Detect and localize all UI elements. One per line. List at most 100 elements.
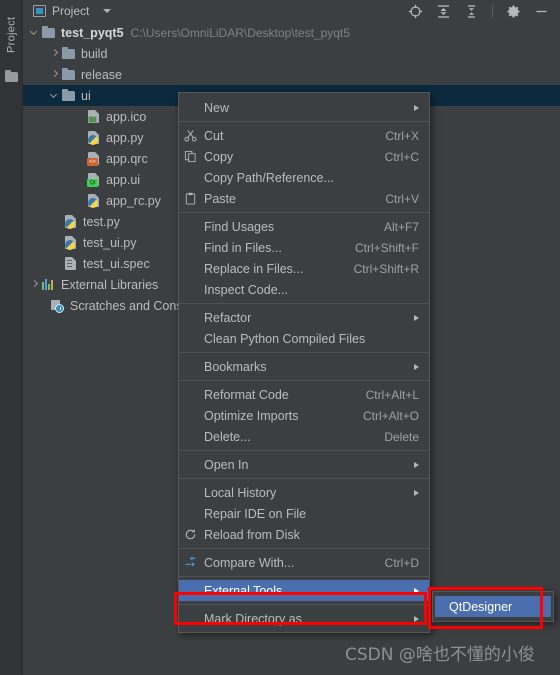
chevron-right-icon xyxy=(414,587,419,594)
menu-item-mark-directory-as[interactable]: Mark Directory as xyxy=(179,608,429,629)
sidebar-vertical-tab-label: Project xyxy=(5,16,18,54)
menu-separator xyxy=(179,380,429,381)
tree-row-label: build xyxy=(81,46,108,61)
menu-item-label: Refactor xyxy=(204,310,252,325)
minimize-icon[interactable] xyxy=(534,4,549,19)
menu-item-external-tools[interactable]: External Tools xyxy=(179,580,429,601)
tree-row-label: app.qrc xyxy=(106,151,148,166)
context-menu[interactable]: New Cut Ctrl+X Copy Ctrl+C Copy Path/Ref… xyxy=(178,92,430,633)
menu-item-inspect-code[interactable]: Inspect Code... xyxy=(179,279,429,300)
menu-item-new[interactable]: New xyxy=(179,97,429,118)
menu-item-reload-from-disk[interactable]: Reload from Disk xyxy=(179,524,429,545)
menu-item-label: Optimize Imports xyxy=(204,408,299,423)
settings-gear-icon[interactable] xyxy=(506,4,521,19)
menu-item-shortcut: Ctrl+C xyxy=(384,149,419,164)
menu-item-shortcut: Ctrl+X xyxy=(385,128,419,143)
menu-separator xyxy=(179,212,429,213)
menu-item-copy-path-reference[interactable]: Copy Path/Reference... xyxy=(179,167,429,188)
chevron-right-icon[interactable] xyxy=(50,49,59,58)
menu-item-shortcut: Delete xyxy=(384,429,419,444)
python-file-icon xyxy=(63,214,79,229)
menu-separator xyxy=(179,303,429,304)
tree-row-label: release xyxy=(81,67,122,82)
copy-icon xyxy=(179,150,201,163)
tree-row-label: test.py xyxy=(83,214,120,229)
chevron-right-icon[interactable] xyxy=(50,70,59,79)
project-view-label: Project xyxy=(52,4,90,18)
qrc-file-icon: <> xyxy=(86,151,102,166)
menu-separator xyxy=(179,450,429,451)
external-tools-submenu[interactable]: QtDesigner xyxy=(432,591,554,622)
menu-separator xyxy=(179,604,429,605)
menu-item-clean-python-compiled-files[interactable]: Clean Python Compiled Files xyxy=(179,328,429,349)
menu-item-shortcut: Ctrl+Alt+O xyxy=(362,408,419,423)
menu-item-find-in-files[interactable]: Find in Files... Ctrl+Shift+F xyxy=(179,237,429,258)
menu-separator xyxy=(179,576,429,577)
menu-item-label: Bookmarks xyxy=(204,359,267,374)
menu-item-reformat-code[interactable]: Reformat Code Ctrl+Alt+L xyxy=(179,384,429,405)
tree-row-label: Scratches and Cons xyxy=(70,298,183,313)
menu-item-bookmarks[interactable]: Bookmarks xyxy=(179,356,429,377)
locate-icon[interactable] xyxy=(408,4,423,19)
sidebar-vertical-tab-project[interactable]: Project xyxy=(0,4,23,66)
tree-row-release[interactable]: release xyxy=(23,64,560,85)
menu-item-label: Cut xyxy=(204,128,224,143)
menu-item-label: Mark Directory as xyxy=(204,611,302,626)
chevron-right-icon xyxy=(414,363,419,370)
menu-item-paste[interactable]: Paste Ctrl+V xyxy=(179,188,429,209)
project-toolbar: Project xyxy=(23,0,560,22)
menu-item-shortcut: Ctrl+Shift+R xyxy=(353,261,419,276)
menu-item-copy[interactable]: Copy Ctrl+C xyxy=(179,146,429,167)
tree-row-label: test_ui.spec xyxy=(83,256,150,271)
reload-icon xyxy=(179,528,201,541)
menu-item-label: External Tools xyxy=(204,583,283,598)
folder-icon xyxy=(61,88,77,103)
chevron-right-icon[interactable] xyxy=(30,280,39,289)
menu-item-shortcut: Ctrl+Alt+L xyxy=(365,387,419,402)
menu-item-shortcut: Ctrl+D xyxy=(384,555,419,570)
menu-item-label: Repair IDE on File xyxy=(204,506,307,521)
compare-icon xyxy=(179,556,201,569)
chevron-down-icon[interactable] xyxy=(103,9,112,13)
expand-all-icon[interactable] xyxy=(464,4,479,19)
menu-item-delete[interactable]: Delete... Delete xyxy=(179,426,429,447)
menu-item-local-history[interactable]: Local History xyxy=(179,482,429,503)
menu-item-refactor[interactable]: Refactor xyxy=(179,307,429,328)
menu-item-label: Copy Path/Reference... xyxy=(204,170,334,185)
menu-separator xyxy=(179,548,429,549)
menu-item-label: Open In xyxy=(204,457,249,472)
submenu-item-label: QtDesigner xyxy=(449,599,513,614)
project-view-selector[interactable]: Project xyxy=(33,4,112,18)
chevron-right-icon xyxy=(414,615,419,622)
project-folder-icon[interactable] xyxy=(5,70,18,82)
menu-item-label: Clean Python Compiled Files xyxy=(204,331,366,346)
menu-item-label: Reformat Code xyxy=(204,387,289,402)
menu-item-repair-ide-on-file[interactable]: Repair IDE on File xyxy=(179,503,429,524)
watermark-text: CSDN @啥也不懂的小俊 xyxy=(345,645,535,665)
chevron-down-icon[interactable] xyxy=(30,28,39,37)
project-path: C:\Users\OmniLiDAR\Desktop\test_pyqt5 xyxy=(130,25,350,40)
menu-item-label: New xyxy=(204,100,230,115)
tree-row-label: ui xyxy=(81,88,91,103)
menu-item-label: Compare With... xyxy=(204,555,295,570)
menu-item-open-in[interactable]: Open In xyxy=(179,454,429,475)
clipboard-icon xyxy=(179,192,201,205)
qt-ui-file-icon: Qt xyxy=(86,172,102,187)
menu-item-label: Find Usages xyxy=(204,219,275,234)
tree-row-test_pyqt5[interactable]: test_pyqt5 C:\Users\OmniLiDAR\Desktop\te… xyxy=(23,22,560,43)
menu-item-shortcut: Ctrl+Shift+F xyxy=(354,240,419,255)
menu-item-optimize-imports[interactable]: Optimize Imports Ctrl+Alt+O xyxy=(179,405,429,426)
left-tool-strip: Project xyxy=(0,0,23,675)
tree-row-build[interactable]: build xyxy=(23,43,560,64)
python-file-icon xyxy=(86,130,102,145)
chevron-right-icon xyxy=(414,461,419,468)
chevron-down-icon[interactable] xyxy=(50,91,59,100)
menu-item-replace-in-files[interactable]: Replace in Files... Ctrl+Shift+R xyxy=(179,258,429,279)
python-file-icon xyxy=(86,193,102,208)
menu-item-compare-with[interactable]: Compare With... Ctrl+D xyxy=(179,552,429,573)
menu-item-cut[interactable]: Cut Ctrl+X xyxy=(179,125,429,146)
menu-item-shortcut: Alt+F7 xyxy=(383,219,419,234)
submenu-item-qtdesigner[interactable]: QtDesigner xyxy=(435,596,551,617)
collapse-all-icon[interactable] xyxy=(436,4,451,19)
menu-item-find-usages[interactable]: Find Usages Alt+F7 xyxy=(179,216,429,237)
